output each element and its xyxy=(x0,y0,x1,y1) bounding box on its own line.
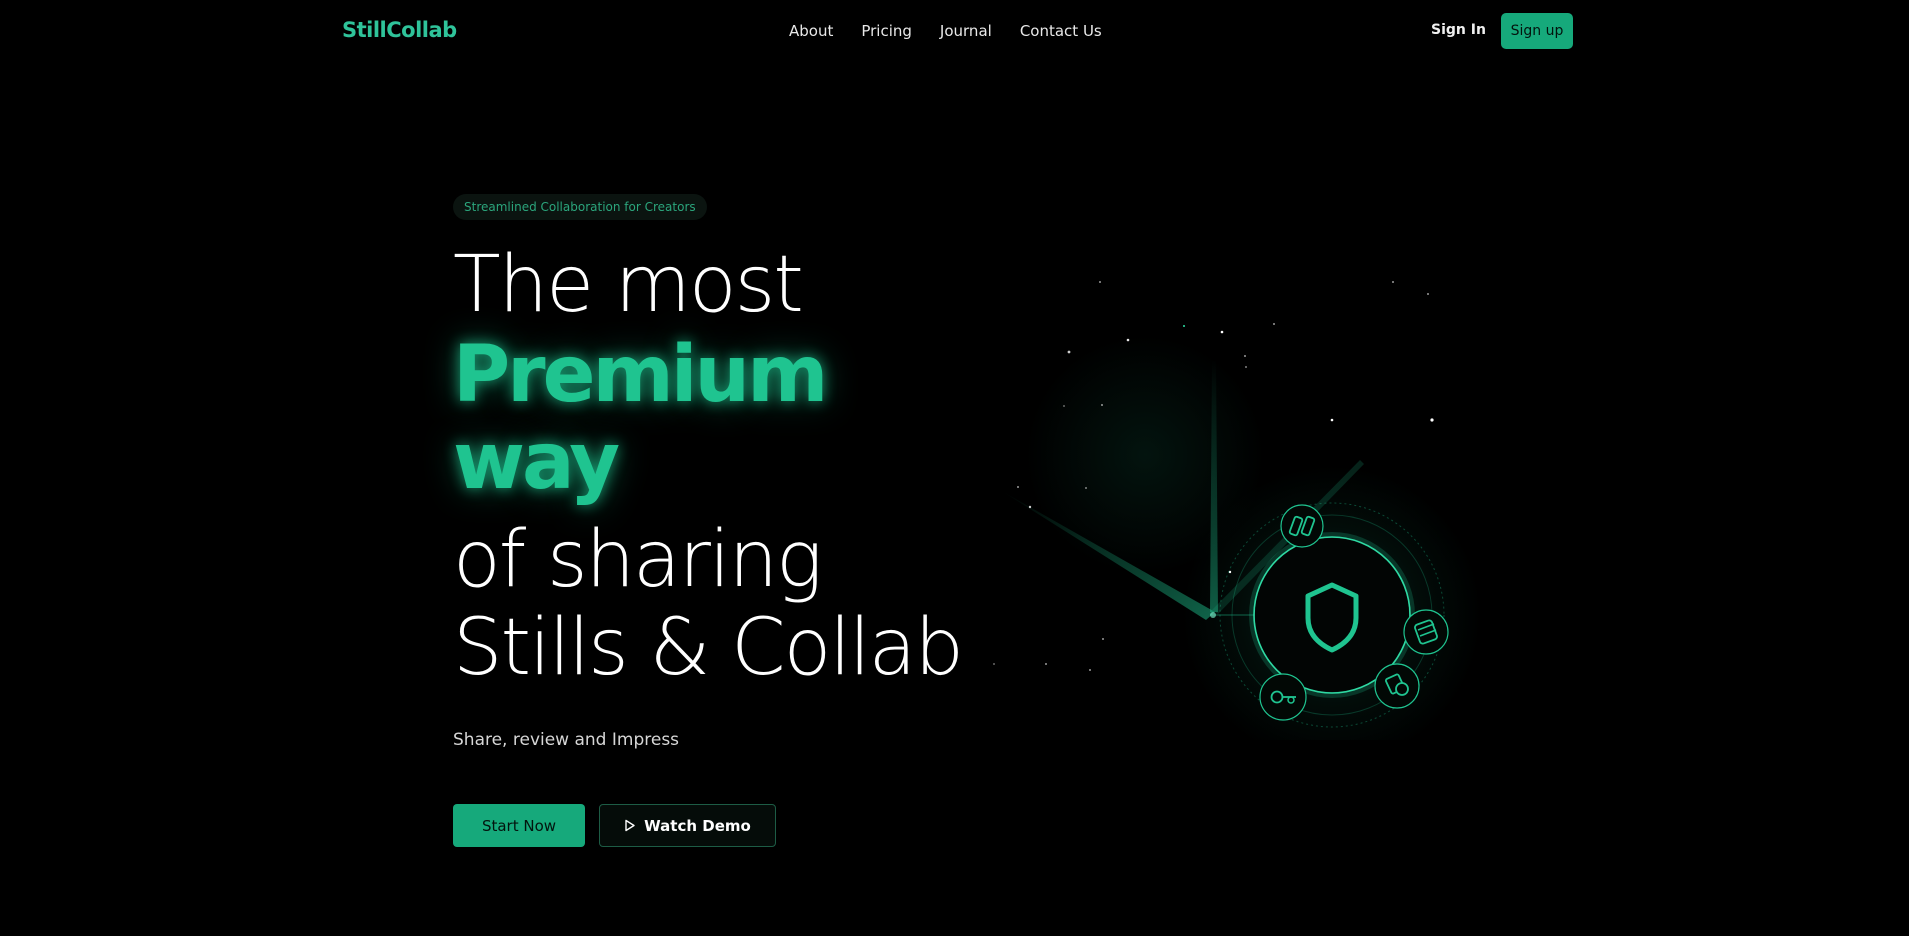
hero-subtitle: Share, review and Impress xyxy=(453,730,680,750)
nav-item-pricing[interactable]: Pricing xyxy=(861,22,912,40)
landing-page: StillCollab About Pricing Journal Contac… xyxy=(0,0,1909,936)
watch-demo-button[interactable]: Watch Demo xyxy=(599,804,776,847)
hero-heading-line-5: Stills & Collab xyxy=(453,603,964,693)
hero-illustration xyxy=(993,281,1482,740)
sign-up-button[interactable]: Sign up xyxy=(1501,13,1573,49)
stack-icon xyxy=(1403,609,1449,655)
play-icon xyxy=(625,819,635,832)
key-icon xyxy=(1259,673,1307,721)
hero-heading-line-1: The most xyxy=(453,240,804,330)
nav-item-about[interactable]: About xyxy=(789,22,833,40)
watch-demo-label: Watch Demo xyxy=(644,816,751,835)
hero-badge: Streamlined Collaboration for Creators xyxy=(453,194,707,220)
start-now-button[interactable]: Start Now xyxy=(453,804,585,847)
nav-item-contact[interactable]: Contact Us xyxy=(1020,22,1102,40)
columns-icon xyxy=(1280,504,1324,548)
hero-heading-line-4: of sharing xyxy=(453,515,823,605)
tag-icon xyxy=(1374,663,1420,709)
hero-heading-accent-2: way xyxy=(453,417,620,507)
sign-in-link[interactable]: Sign In xyxy=(1431,22,1486,38)
hero-heading-accent-1: Premium xyxy=(453,330,828,420)
brand-logo[interactable]: StillCollab xyxy=(342,18,457,42)
nav-item-journal[interactable]: Journal xyxy=(940,22,992,40)
main-nav: About Pricing Journal Contact Us xyxy=(789,22,1102,40)
